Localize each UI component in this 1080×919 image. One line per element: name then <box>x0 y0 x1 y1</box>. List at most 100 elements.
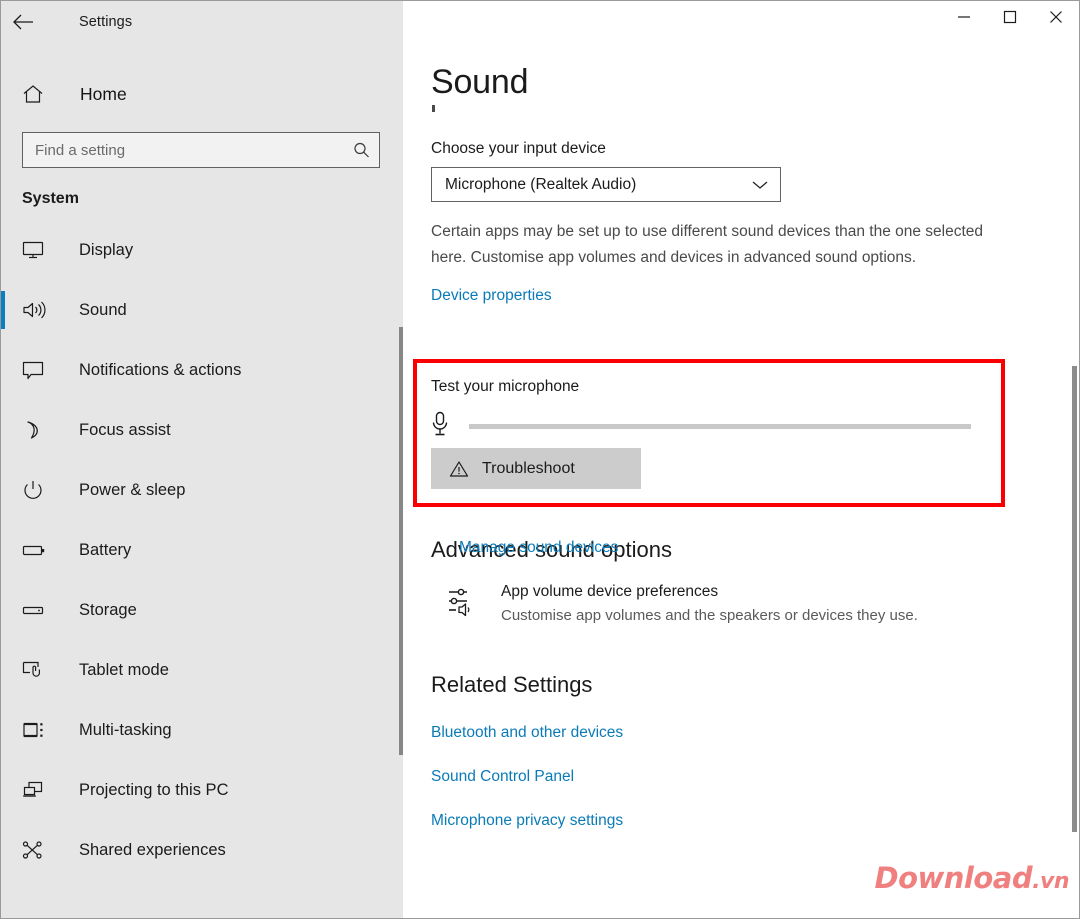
sidebar-item-label: Projecting to this PC <box>79 780 229 799</box>
search-box[interactable] <box>22 132 380 168</box>
sidebar-nav-list: Display Sound Notifications & actions Fo… <box>1 220 403 880</box>
search-icon[interactable] <box>353 142 370 159</box>
sidebar-group-title: System <box>22 190 79 207</box>
related-link-row: Bluetooth and other devices <box>431 724 1079 742</box>
title-bar: Settings <box>1 1 1079 42</box>
speaker-icon <box>22 300 54 320</box>
monitor-icon <box>22 240 54 260</box>
bluetooth-and-other-devices-link[interactable]: Bluetooth and other devices <box>431 724 623 742</box>
drive-icon <box>22 600 54 620</box>
watermark-text: Download <box>874 861 1033 895</box>
app-volume-device-preferences-row[interactable]: App volume device preferences Customise … <box>447 583 1079 624</box>
selection-accent <box>1 591 5 629</box>
microphone-level-track <box>469 424 971 429</box>
selection-accent <box>1 351 5 389</box>
sidebar-item-power-sleep[interactable]: Power & sleep <box>1 460 403 520</box>
selection-accent <box>1 531 5 569</box>
mixer-sliders-icon <box>447 583 487 623</box>
selection-accent <box>1 771 5 809</box>
sidebar-item-focus-assist[interactable]: Focus assist <box>1 400 403 460</box>
manage-sound-devices-row: Manage sound devices <box>459 539 618 557</box>
window-title: Settings <box>79 13 133 30</box>
selection-accent <box>1 291 5 329</box>
chevron-down-icon <box>752 180 768 190</box>
sidebar-item-display[interactable]: Display <box>1 220 403 280</box>
power-icon <box>22 480 54 500</box>
input-device-description: Certain apps may be set up to use differ… <box>431 223 984 266</box>
title-clip-artifact <box>432 105 435 112</box>
back-button[interactable] <box>1 1 45 42</box>
page-title: Sound <box>431 63 529 101</box>
close-icon <box>1049 10 1063 24</box>
selection-accent <box>1 651 5 689</box>
settings-window: Settings Home Find a setting System Disp… <box>0 0 1080 919</box>
share-nodes-icon <box>22 840 54 860</box>
battery-icon <box>22 540 54 560</box>
input-device-label: Choose your input device <box>431 140 606 157</box>
sidebar: Home System <box>1 42 403 918</box>
minimize-icon <box>957 10 971 24</box>
input-device-select[interactable]: Microphone (Realtek Audio) <box>431 167 781 202</box>
moon-icon <box>22 420 54 440</box>
sidebar-item-label: Storage <box>79 600 137 619</box>
home-icon <box>22 84 56 104</box>
sidebar-item-label: Battery <box>79 540 132 559</box>
tablet-touch-icon <box>22 660 54 680</box>
sidebar-item-notifications-actions[interactable]: Notifications & actions <box>1 340 403 400</box>
projector-icon <box>22 780 54 800</box>
download-vn-watermark: Download.vn <box>875 861 1070 895</box>
selection-accent <box>1 471 5 509</box>
sidebar-item-label: Sound <box>79 300 127 319</box>
sound-control-panel-link[interactable]: Sound Control Panel <box>431 768 574 786</box>
sidebar-item-tablet-mode[interactable]: Tablet mode <box>1 640 403 700</box>
multitask-icon <box>22 720 54 740</box>
selection-accent <box>1 711 5 749</box>
sidebar-item-label: Power & sleep <box>79 480 186 499</box>
sidebar-item-multi-tasking[interactable]: Multi-tasking <box>1 700 403 760</box>
microphone-privacy-settings-link[interactable]: Microphone privacy settings <box>431 812 623 830</box>
window-controls <box>403 1 1079 42</box>
watermark-tld: .vn <box>1032 869 1069 894</box>
sidebar-item-label: Focus assist <box>79 420 171 439</box>
app-volume-texts: App volume device preferences Customise … <box>501 583 918 624</box>
sidebar-item-label: Shared experiences <box>79 840 226 859</box>
selection-accent <box>1 411 5 449</box>
sidebar-item-projecting-to-this-pc[interactable]: Projecting to this PC <box>1 760 403 820</box>
selection-accent <box>1 231 5 269</box>
sidebar-item-home[interactable]: Home <box>1 74 403 114</box>
sidebar-item-shared-experiences[interactable]: Shared experiences <box>1 820 403 880</box>
sidebar-item-label: Display <box>79 240 134 259</box>
manage-sound-devices-link[interactable]: Manage sound devices <box>459 539 618 557</box>
related-settings-heading: Related Settings <box>431 672 593 697</box>
title-bar-left: Settings <box>1 1 403 42</box>
main-content: Sound Choose your input device Microphon… <box>403 42 1079 918</box>
microphone-level-meter <box>431 411 971 442</box>
test-microphone-label: Test your microphone <box>431 378 580 395</box>
sidebar-home-label: Home <box>80 83 127 104</box>
sidebar-item-sound[interactable]: Sound <box>1 280 403 340</box>
search-input[interactable] <box>23 133 379 167</box>
device-properties-row: Device properties <box>431 287 1079 305</box>
maximize-button[interactable] <box>987 1 1033 33</box>
back-arrow-icon <box>12 14 34 30</box>
warning-triangle-icon <box>449 460 469 478</box>
sidebar-item-label: Tablet mode <box>79 660 169 679</box>
troubleshoot-label: Troubleshoot <box>482 459 575 477</box>
minimize-button[interactable] <box>941 1 987 33</box>
sidebar-item-battery[interactable]: Battery <box>1 520 403 580</box>
related-link-row: Sound Control Panel <box>431 768 1079 786</box>
main-scrollbar[interactable] <box>1072 366 1077 832</box>
related-link-row: Microphone privacy settings <box>431 812 1079 830</box>
sidebar-item-storage[interactable]: Storage <box>1 580 403 640</box>
related-settings-section: Related Settings Bluetooth and other dev… <box>403 672 1079 830</box>
comment-icon <box>22 360 54 380</box>
app-volume-title[interactable]: App volume device preferences <box>501 583 918 601</box>
input-device-value: Microphone (Realtek Audio) <box>445 175 637 193</box>
app-volume-subtitle: Customise app volumes and the speakers o… <box>501 607 918 624</box>
sidebar-item-label: Notifications & actions <box>79 360 242 379</box>
device-properties-link[interactable]: Device properties <box>431 287 552 305</box>
troubleshoot-button[interactable]: Troubleshoot <box>431 448 641 489</box>
close-button[interactable] <box>1033 1 1079 33</box>
sidebar-item-label: Multi-tasking <box>79 720 172 739</box>
maximize-icon <box>1003 10 1017 24</box>
